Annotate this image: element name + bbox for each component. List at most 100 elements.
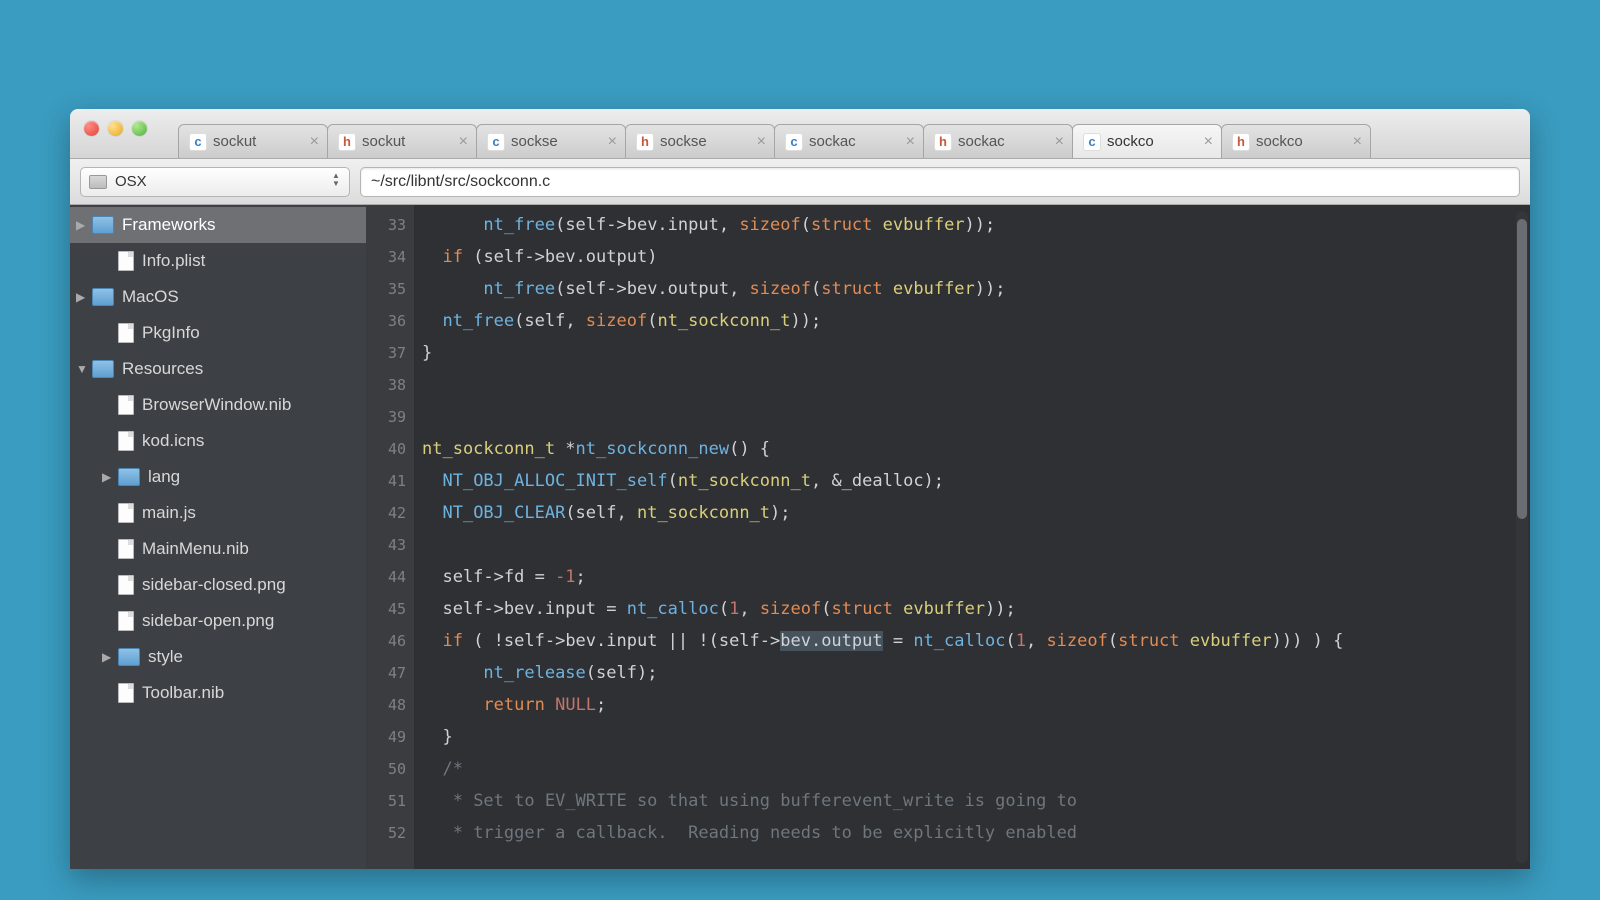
code-area[interactable]: nt_free(self->bev.input, sizeof(struct e…: [414, 205, 1530, 869]
tree-item-label: MainMenu.nib: [142, 539, 249, 559]
close-icon[interactable]: [84, 121, 99, 136]
file-info-plist[interactable]: ▶Info.plist: [70, 243, 366, 279]
folder-icon: [92, 216, 114, 234]
tab-sockac[interactable]: csockac×: [774, 124, 924, 158]
line-number: 39: [366, 401, 406, 433]
code-line[interactable]: return NULL;: [422, 689, 1530, 721]
code-line[interactable]: * trigger a callback. Reading needs to b…: [422, 817, 1530, 849]
line-number: 37: [366, 337, 406, 369]
code-line[interactable]: /*: [422, 753, 1530, 785]
zoom-icon[interactable]: [132, 121, 147, 136]
line-number: 46: [366, 625, 406, 657]
disclosure-icon[interactable]: ▶: [102, 470, 116, 484]
line-number: 35: [366, 273, 406, 305]
line-number: 33: [366, 209, 406, 241]
file-icon: [118, 503, 134, 523]
tab-close-icon[interactable]: ×: [608, 133, 617, 151]
code-line[interactable]: [422, 401, 1530, 433]
folder-style[interactable]: ▶ style: [70, 639, 366, 675]
tab-label: sockac: [958, 133, 1051, 150]
line-number: 45: [366, 593, 406, 625]
tree-item-label: MacOS: [122, 287, 179, 307]
file-mainmenu-nib[interactable]: ▶MainMenu.nib: [70, 531, 366, 567]
file-browserwindow-nib[interactable]: ▶BrowserWindow.nib: [70, 387, 366, 423]
file-tree[interactable]: ▶ Frameworks ▶Info.plist ▶ MacOS ▶PkgInfo ▼ Res…: [70, 205, 366, 869]
file-sidebar-open-png[interactable]: ▶sidebar-open.png: [70, 603, 366, 639]
target-select-label: OSX: [115, 173, 147, 190]
tree-item-label: kod.icns: [142, 431, 204, 451]
target-select[interactable]: OSX ▲▼: [80, 167, 350, 197]
file-main-js[interactable]: ▶main.js: [70, 495, 366, 531]
code-line[interactable]: if ( !self->bev.input || !(self->bev.out…: [422, 625, 1530, 657]
code-line[interactable]: nt_free(self, sizeof(nt_sockconn_t));: [422, 305, 1530, 337]
minimize-icon[interactable]: [108, 121, 123, 136]
toolbar: OSX ▲▼ ~/src/libnt/src/sockconn.c: [70, 159, 1530, 205]
code-line[interactable]: * Set to EV_WRITE so that using bufferev…: [422, 785, 1530, 817]
tab-sockut[interactable]: csockut×: [178, 124, 328, 158]
tab-close-icon[interactable]: ×: [906, 133, 915, 151]
code-line[interactable]: nt_free(self->bev.input, sizeof(struct e…: [422, 209, 1530, 241]
tab-sockse[interactable]: hsockse×: [625, 124, 775, 158]
disclosure-icon[interactable]: ▼: [76, 362, 90, 376]
tab-sockac[interactable]: hsockac×: [923, 124, 1073, 158]
file-pkginfo[interactable]: ▶PkgInfo: [70, 315, 366, 351]
tab-label: sockse: [660, 133, 753, 150]
tab-sockco[interactable]: csockco×: [1072, 124, 1222, 158]
file-icon: [118, 323, 134, 343]
file-toolbar-nib[interactable]: ▶Toolbar.nib: [70, 675, 366, 711]
tab-sockut[interactable]: hsockut×: [327, 124, 477, 158]
tree-item-label: main.js: [142, 503, 196, 523]
file-kod-icns[interactable]: ▶kod.icns: [70, 423, 366, 459]
tree-item-label: Frameworks: [122, 215, 216, 235]
filetype-h-icon: h: [636, 133, 654, 151]
folder-macos[interactable]: ▶ MacOS: [70, 279, 366, 315]
filetype-c-icon: c: [785, 133, 803, 151]
code-line[interactable]: self->bev.input = nt_calloc(1, sizeof(st…: [422, 593, 1530, 625]
disclosure-icon[interactable]: ▶: [76, 218, 90, 232]
tab-close-icon[interactable]: ×: [1055, 133, 1064, 151]
tab-label: sockse: [511, 133, 604, 150]
disclosure-icon[interactable]: ▶: [76, 290, 90, 304]
path-input[interactable]: ~/src/libnt/src/sockconn.c: [360, 167, 1520, 197]
code-line[interactable]: NT_OBJ_CLEAR(self, nt_sockconn_t);: [422, 497, 1530, 529]
code-line[interactable]: if (self->bev.output): [422, 241, 1530, 273]
code-line[interactable]: self->fd = -1;: [422, 561, 1530, 593]
code-line[interactable]: }: [422, 721, 1530, 753]
tab-close-icon[interactable]: ×: [1353, 133, 1362, 151]
folder-icon: [92, 360, 114, 378]
tab-close-icon[interactable]: ×: [1204, 133, 1213, 151]
code-line[interactable]: NT_OBJ_ALLOC_INIT_self(nt_sockconn_t, &_…: [422, 465, 1530, 497]
code-line[interactable]: nt_free(self->bev.output, sizeof(struct …: [422, 273, 1530, 305]
line-number: 44: [366, 561, 406, 593]
body: ▶ Frameworks ▶Info.plist ▶ MacOS ▶PkgInfo ▼ Res…: [70, 205, 1530, 869]
tab-close-icon[interactable]: ×: [757, 133, 766, 151]
titlebar: csockut×hsockut×csockse×hsockse×csockac×…: [70, 109, 1530, 159]
scrollbar-track[interactable]: [1516, 211, 1528, 863]
tab-sockco[interactable]: hsockco×: [1221, 124, 1371, 158]
code-editor[interactable]: 3334353637383940414243444546474849505152…: [366, 205, 1530, 869]
code-line[interactable]: [422, 369, 1530, 401]
tab-sockse[interactable]: csockse×: [476, 124, 626, 158]
filetype-c-icon: c: [1083, 133, 1101, 151]
code-line[interactable]: [422, 529, 1530, 561]
folder-icon: [118, 468, 140, 486]
disclosure-icon[interactable]: ▶: [102, 650, 116, 664]
tab-label: sockut: [362, 133, 455, 150]
folder-lang[interactable]: ▶lang: [70, 459, 366, 495]
scrollbar-thumb[interactable]: [1517, 219, 1527, 519]
folder-resources[interactable]: ▼ Resources: [70, 351, 366, 387]
file-icon: [118, 575, 134, 595]
code-line[interactable]: nt_release(self);: [422, 657, 1530, 689]
tree-item-label: style: [148, 647, 183, 667]
line-number: 52: [366, 817, 406, 849]
tree-item-label: Resources: [122, 359, 203, 379]
code-line[interactable]: nt_sockconn_t *nt_sockconn_new() {: [422, 433, 1530, 465]
tab-close-icon[interactable]: ×: [310, 133, 319, 151]
file-sidebar-closed-png[interactable]: ▶sidebar-closed.png: [70, 567, 366, 603]
file-icon: [118, 683, 134, 703]
tab-close-icon[interactable]: ×: [459, 133, 468, 151]
folder-frameworks[interactable]: ▶ Frameworks: [70, 207, 366, 243]
line-number: 50: [366, 753, 406, 785]
code-line[interactable]: }: [422, 337, 1530, 369]
line-number: 51: [366, 785, 406, 817]
